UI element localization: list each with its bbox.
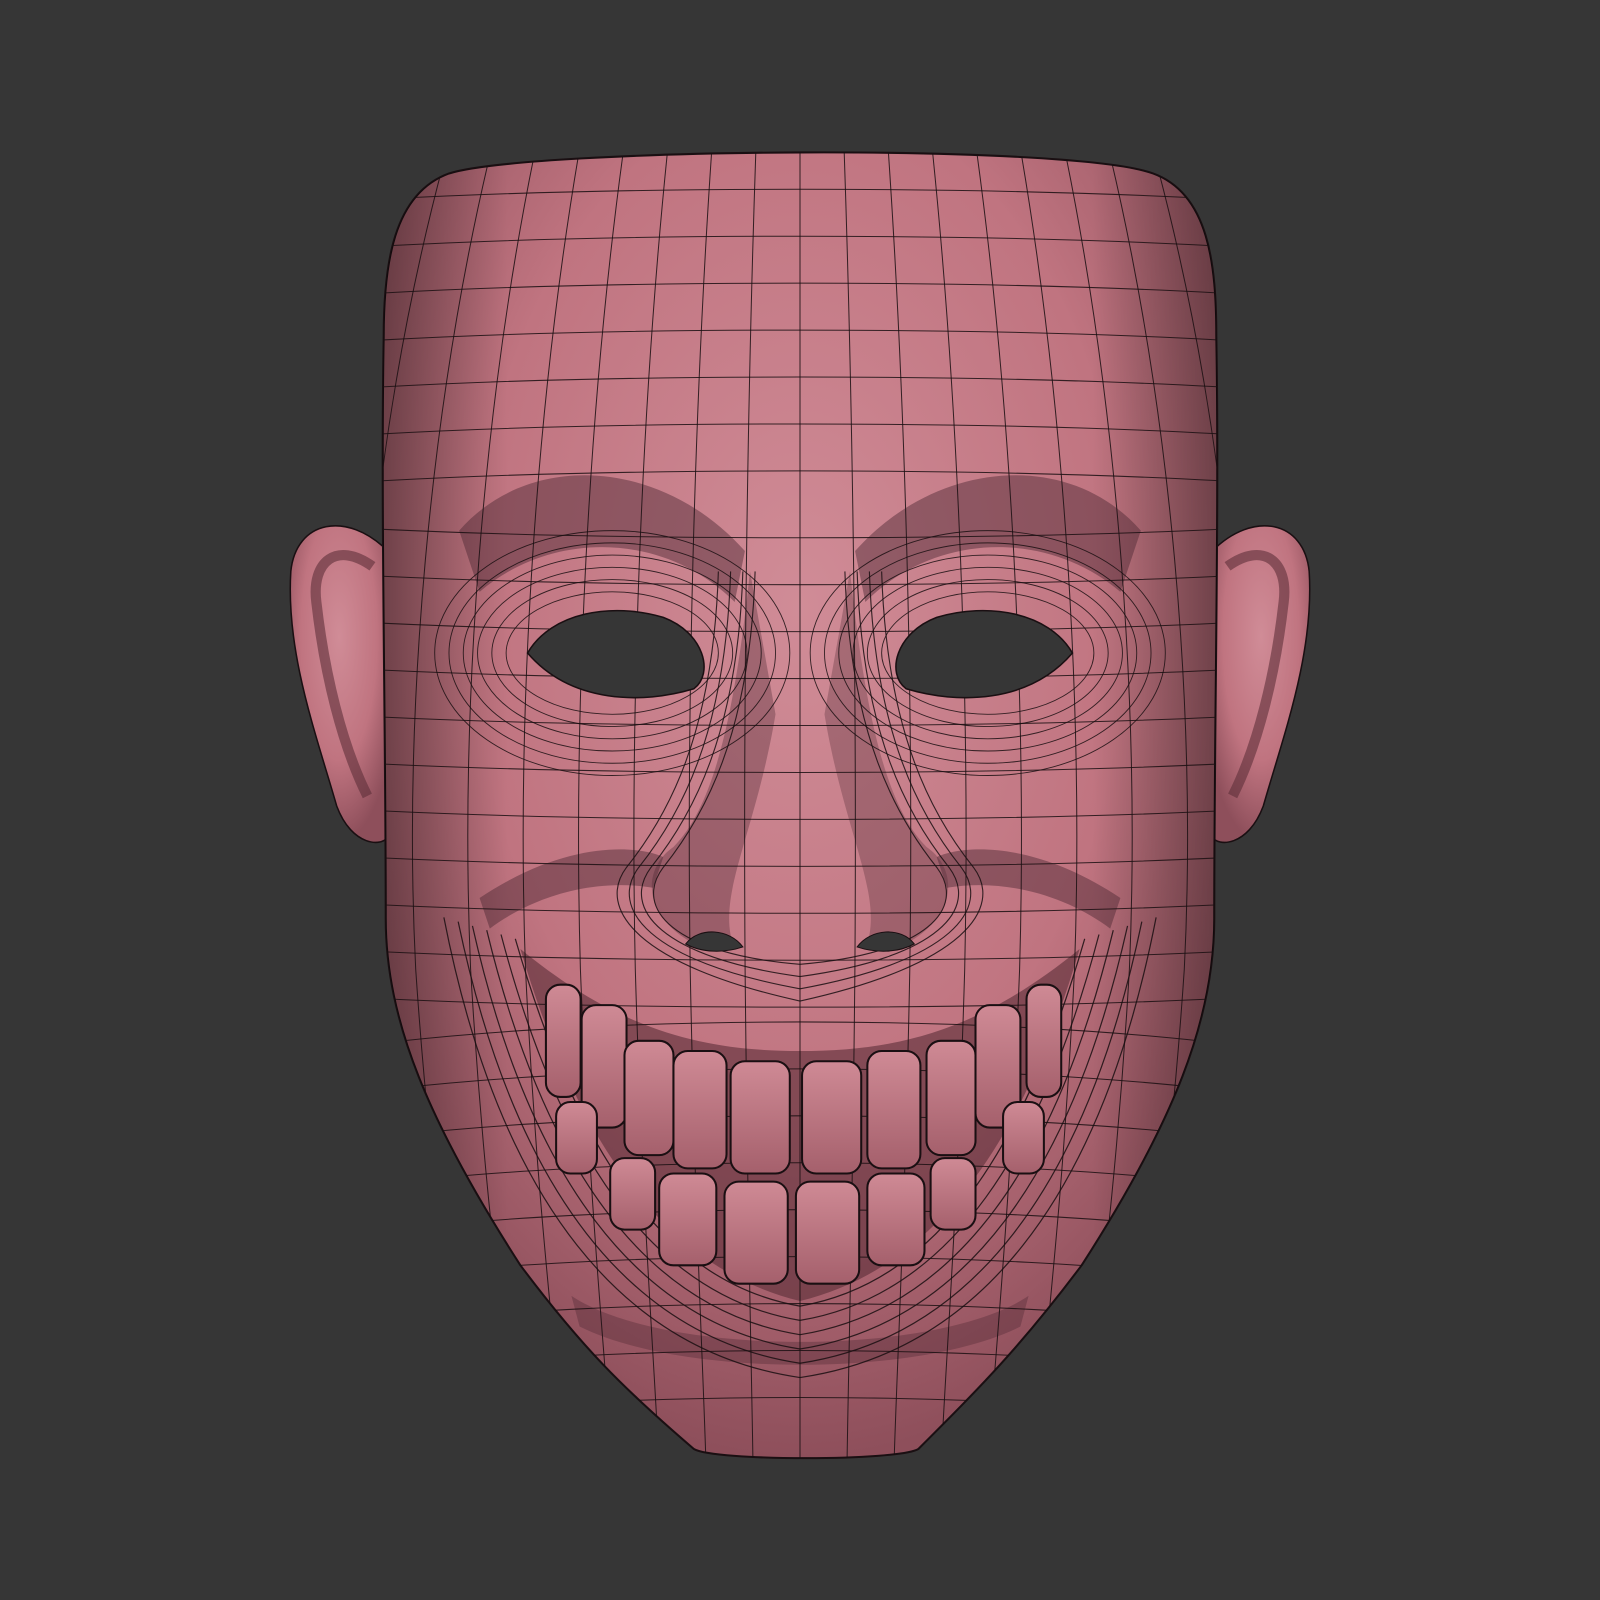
left-ear — [289, 525, 389, 844]
tooth — [866, 1172, 926, 1267]
viewport — [0, 0, 1600, 1600]
tooth — [609, 1157, 657, 1231]
tooth — [794, 1180, 861, 1285]
tooth — [723, 1180, 789, 1285]
tooth — [1025, 983, 1063, 1098]
tooth — [801, 1060, 863, 1175]
tooth — [925, 1039, 977, 1157]
tooth — [544, 983, 582, 1098]
tooth — [672, 1050, 728, 1170]
tooth — [1002, 1101, 1045, 1175]
right-ear — [1211, 525, 1311, 844]
tooth — [929, 1157, 977, 1231]
tooth — [866, 1050, 922, 1170]
tooth — [658, 1172, 718, 1267]
tooth — [729, 1060, 791, 1175]
tooth — [555, 1101, 598, 1175]
mask-render — [289, 151, 1311, 1460]
tooth — [623, 1039, 675, 1157]
